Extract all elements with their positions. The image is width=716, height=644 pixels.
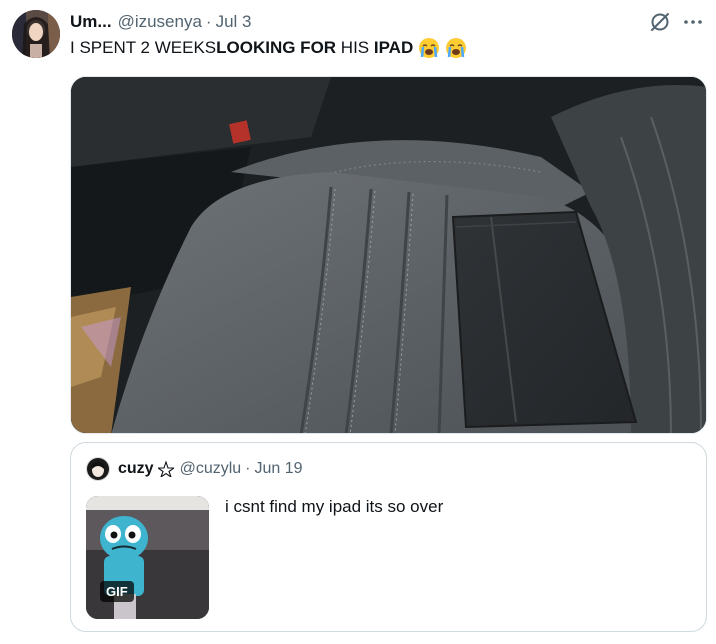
timestamp[interactable]: Jul 3 bbox=[216, 12, 252, 32]
tweet-header: Um... @izusenya · Jul 3 bbox=[70, 11, 252, 33]
loudly-crying-face-icon bbox=[418, 37, 440, 59]
quote-header: cuzy @cuzylu · Jun 19 bbox=[118, 458, 303, 480]
grok-icon[interactable] bbox=[649, 11, 671, 33]
quote-timestamp[interactable]: Jun 19 bbox=[255, 460, 303, 478]
text-part-bold: IPAD bbox=[373, 38, 414, 57]
tweet-photo[interactable] bbox=[70, 76, 707, 434]
text-part: I SPENT 2 WEEKS bbox=[70, 38, 217, 57]
quote-display-name[interactable]: cuzy bbox=[118, 460, 154, 478]
quote-tweet[interactable]: cuzy @cuzylu · Jun 19 GIF i csnt find my… bbox=[70, 442, 707, 632]
gif-badge: GIF bbox=[100, 581, 134, 602]
tweet-text: I SPENT 2 WEEKS LOOKING FOR HIS IPAD bbox=[70, 37, 467, 59]
text-part: HIS bbox=[336, 38, 374, 57]
quote-gif-thumbnail[interactable]: GIF bbox=[86, 496, 209, 619]
tweet[interactable]: Um... @izusenya · Jul 3 I SPENT 2 WEEKS … bbox=[0, 0, 716, 644]
avatar[interactable] bbox=[12, 10, 60, 58]
quote-separator: · bbox=[245, 460, 251, 477]
quote-avatar[interactable] bbox=[86, 457, 110, 481]
pentagram-icon bbox=[155, 460, 176, 479]
quote-text: i csnt find my ipad its so over bbox=[225, 497, 444, 516]
handle[interactable]: @izusenya bbox=[118, 12, 202, 32]
separator: · bbox=[205, 12, 212, 31]
display-name[interactable]: Um... bbox=[70, 12, 112, 32]
text-part-bold: LOOKING FOR bbox=[216, 38, 337, 57]
loudly-crying-face-icon bbox=[445, 37, 467, 59]
more-options-icon[interactable] bbox=[682, 11, 704, 33]
quote-handle[interactable]: @cuzylu bbox=[180, 460, 242, 478]
